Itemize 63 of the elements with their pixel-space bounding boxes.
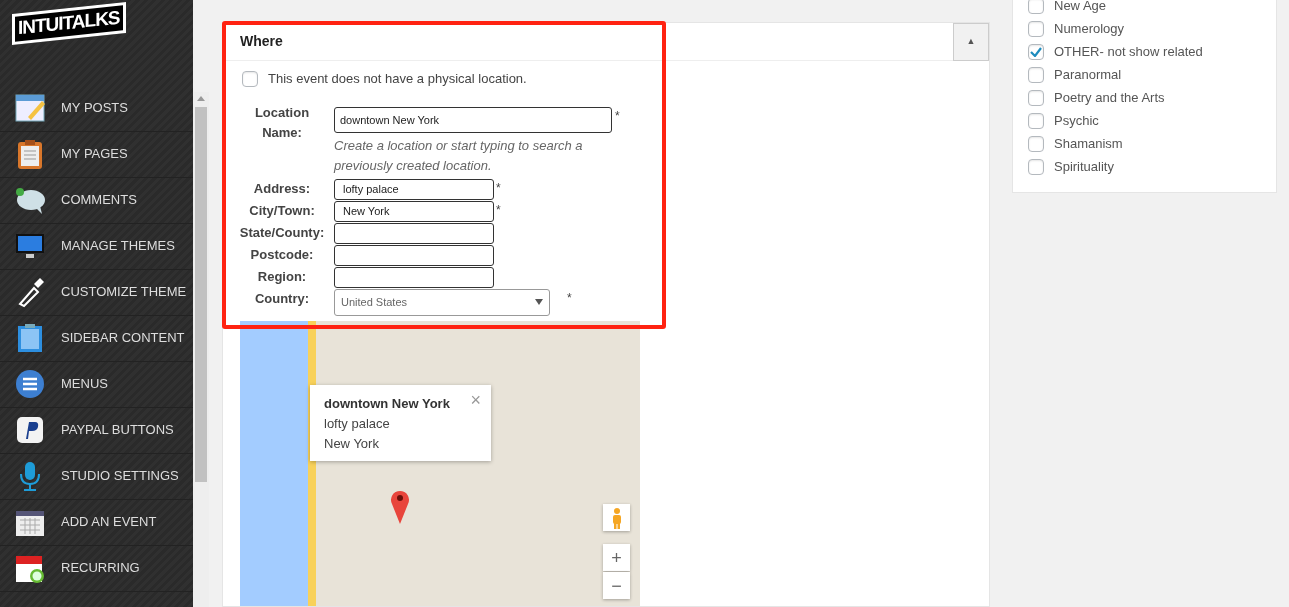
field-label: City/Town: [248,201,316,220]
info-line: New York [324,435,380,453]
category-label: New Age [1054,0,1107,15]
checkbox[interactable] [1028,135,1044,152]
input-field[interactable] [334,266,494,288]
category-label: Paranormal [1054,65,1122,84]
field-label: Location Name: [253,103,311,142]
sidebar-item[interactable]: MENUS [0,361,193,408]
sidebar-item[interactable]: MY PAGES [0,131,193,178]
zoom-in-button[interactable]: + [603,544,630,571]
checkbox-label: This event does not have a physical location. [268,70,527,88]
collapse-toggle[interactable]: ▲ [953,23,989,61]
field-label: Address: [252,179,312,198]
category-label: Psychic [1054,111,1099,130]
map-pin-icon [390,488,410,524]
map-placeholder[interactable]: downtown New York lofty palace New York × + − [240,321,640,606]
section-title: Where [240,32,283,51]
sidebar-item[interactable]: SIDEBAR CONTENT [0,315,193,362]
person-figure-icon[interactable] [603,504,630,531]
country-select[interactable]: United States [334,288,550,316]
field-label: Country: [253,289,311,308]
category-label: Shamanism [1054,134,1123,153]
checkbox[interactable] [1028,43,1044,60]
required-mark: * [567,289,572,307]
field-label: Postcode: [249,245,315,264]
list-circle-icon [14,368,46,401]
field-label: State/County: [238,223,326,242]
checkbox[interactable] [1028,112,1044,129]
logo[interactable]: INTUITALKS [12,2,126,45]
required-mark: * [615,107,620,125]
input-field[interactable] [334,244,494,266]
sidebar-item[interactable]: MANAGE THEMES [0,223,193,270]
checkbox[interactable] [1028,20,1044,37]
checkbox[interactable] [242,70,258,87]
required-mark: * [496,179,501,197]
checkbox[interactable] [1028,0,1044,14]
category-label: Spirituality [1054,157,1114,176]
checkbox[interactable] [1028,158,1044,175]
sidebar-item[interactable]: ADD AN EVENT [0,499,193,546]
input-field[interactable]: New York [334,200,494,222]
sidebar-item[interactable]: STUDIO SETTINGS [0,453,193,500]
field-label: Region: [256,267,308,286]
checkbox[interactable] [1028,89,1044,106]
info-title: downtown New York [324,395,450,413]
info-line: lofty palace [324,415,391,433]
sidebar-item[interactable]: MY POSTS [0,85,193,132]
help-text: Create a location or start typing to search a previously created location. [334,136,584,175]
document-pencil-icon [14,92,46,125]
scroll-up-arrow-icon[interactable] [197,96,205,101]
location-name-field[interactable]: downtown New York [334,106,612,133]
sidebar-item[interactable]: COMMENTS [0,177,193,224]
checkbox[interactable] [1028,66,1044,83]
category-label: Numerology [1054,19,1125,38]
zoom-out-button[interactable]: − [603,572,630,599]
sidebar-item[interactable]: PAYPAL BUTTONS [0,407,193,454]
category-label: Poetry and the Arts [1054,88,1165,107]
sidebar-item[interactable]: RECURRING [0,545,193,592]
category-label: OTHER- not show related [1054,42,1203,61]
required-mark: * [496,201,501,219]
select-value: United States [341,294,408,310]
input-field[interactable]: lofty palace [334,178,494,200]
input-field[interactable] [334,222,494,244]
caret-icon [535,299,543,305]
